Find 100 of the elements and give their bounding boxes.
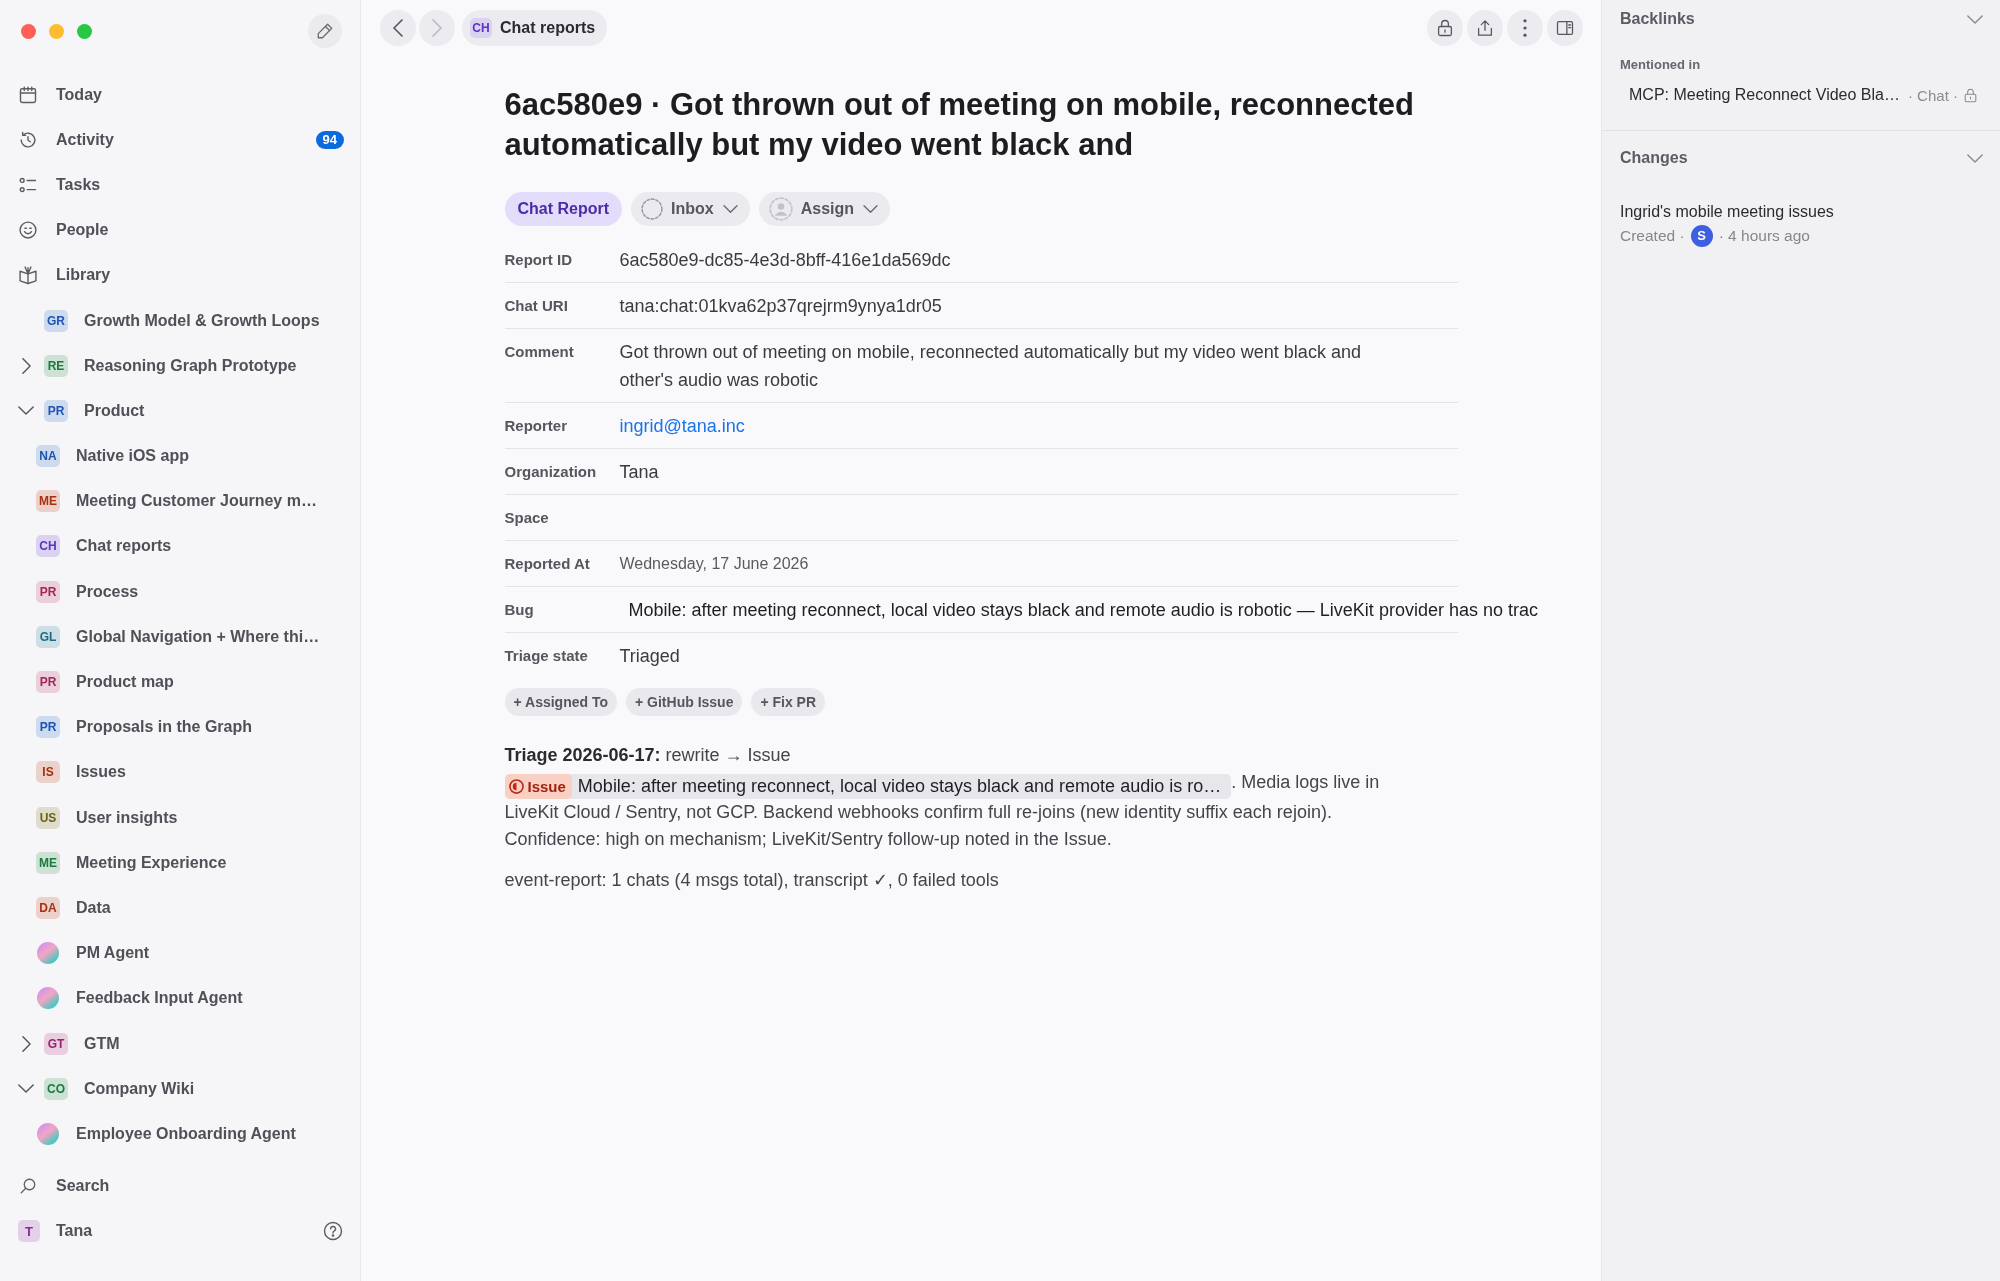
- chevron-left-icon: [393, 19, 403, 37]
- tree-item[interactable]: Employee Onboarding Agent: [0, 1111, 360, 1157]
- tree-item[interactable]: PR Product: [0, 388, 360, 434]
- triage-heading: Triage 2026-06-17: rewrite → Issue: [504, 744, 791, 767]
- tree-item[interactable]: PM Agent: [0, 930, 360, 976]
- padlock-icon: [1436, 19, 1454, 37]
- panel-toggle-button[interactable]: [1547, 10, 1583, 46]
- nav-item[interactable]: Activity 94: [0, 117, 360, 163]
- chevron-down-icon: [863, 205, 879, 213]
- field-value: tana:chat:01kva62p37qrejrm9ynya1dr05: [619, 295, 942, 318]
- nav-item[interactable]: Tasks: [0, 162, 360, 208]
- initials-badge: DA: [36, 896, 60, 919]
- field-value: Got thrown out of meeting on mobile, reconnected automatically but my video went black and other's audio was robotic: [619, 341, 1362, 392]
- add-field-button[interactable]: + Fix PR: [751, 688, 826, 716]
- tree-item[interactable]: PR Proposals in the Graph: [0, 704, 360, 750]
- reference-link[interactable]: Mobile: after meeting reconnect, local video stays black and remote audio is robotic — LiveKit provider has no trac: [619, 596, 1538, 624]
- add-field-button[interactable]: + Assigned To: [504, 688, 617, 716]
- workspace-avatar: T: [18, 1220, 40, 1243]
- backlink-item[interactable]: MCP: Meeting Reconnect Video Bla… · Chat ·: [1629, 83, 1978, 107]
- nav-item[interactable]: People: [0, 207, 360, 253]
- initials-badge: GR: [44, 309, 68, 332]
- chevron-down-icon[interactable]: [1967, 14, 1983, 24]
- tree-item[interactable]: PR Process: [0, 569, 360, 615]
- field-value: 6ac580e9-dc85-4e3d-8bff-416e1da569dc: [619, 249, 951, 272]
- search-item[interactable]: Search: [0, 1163, 360, 1209]
- tree-item[interactable]: NA Native iOS app: [0, 433, 360, 479]
- initials-badge: PR: [36, 716, 60, 739]
- add-field-button[interactable]: + GitHub Issue: [626, 688, 743, 716]
- nav-item[interactable]: Library: [0, 252, 360, 298]
- share-button[interactable]: [1467, 10, 1503, 46]
- field-label: Organization: [504, 462, 597, 482]
- field-label: Triage state: [504, 646, 588, 666]
- tree-item[interactable]: IS Issues: [0, 749, 360, 795]
- chevron-right-icon[interactable]: [22, 1035, 31, 1052]
- help-icon[interactable]: [323, 1221, 343, 1242]
- initials-badge: RE: [44, 354, 68, 377]
- breadcrumb[interactable]: CH Chat reports: [462, 10, 608, 46]
- status-dropdown[interactable]: Inbox: [631, 192, 750, 226]
- close-window-icon[interactable]: [21, 23, 36, 39]
- change-time: · 4 hours ago: [1718, 226, 1810, 246]
- tree-item[interactable]: GR Growth Model & Growth Loops: [0, 297, 360, 344]
- unread-count: 94: [315, 130, 344, 149]
- tree-item[interactable]: GT GTM: [0, 1020, 360, 1067]
- tree-item[interactable]: DA Data: [0, 885, 360, 931]
- tree-item[interactable]: RE Reasoning Graph Prototype: [0, 343, 360, 389]
- user-avatar: S: [1690, 225, 1713, 247]
- pencil-icon: [316, 22, 334, 40]
- history-icon: [18, 129, 38, 150]
- initials-badge: CH: [36, 535, 60, 558]
- calendar-icon: [18, 84, 38, 105]
- field-value: Triaged: [619, 645, 680, 668]
- initials-badge: CO: [44, 1077, 68, 1100]
- new-note-button[interactable]: [308, 14, 342, 48]
- zoom-window-icon[interactable]: [77, 23, 92, 39]
- tree-item[interactable]: PR Product map: [0, 659, 360, 705]
- nav-item[interactable]: Today: [0, 72, 360, 118]
- page-title: 6ac580e9 · Got thrown out of meeting on mobile, reconnected automatically but my video went black and: [504, 86, 1415, 164]
- section-subtitle: Mentioned in: [1620, 56, 1701, 74]
- email-link[interactable]: ingrid@tana.inc: [619, 412, 745, 440]
- tree-item[interactable]: Feedback Input Agent: [0, 975, 360, 1021]
- initials-badge: ME: [36, 490, 60, 513]
- event-report: event-report: 1 chats (4 msgs total), transcript ✓, 0 failed tools: [504, 869, 999, 892]
- field-label: Report ID: [504, 250, 572, 270]
- initials-badge: PR: [44, 399, 68, 422]
- chevron-right-icon[interactable]: [22, 357, 31, 374]
- chevron-right-icon: [432, 19, 442, 37]
- initials-badge: PR: [36, 671, 60, 694]
- chevron-down-icon[interactable]: [18, 1084, 34, 1094]
- side-panel-icon: [1556, 19, 1574, 37]
- section-title: Changes: [1620, 149, 1688, 167]
- initials-badge: GT: [44, 1032, 68, 1055]
- tree-item[interactable]: CO Company Wiki: [0, 1066, 360, 1112]
- assignee-dropdown[interactable]: Assign: [758, 192, 891, 226]
- field-label: Comment: [504, 342, 574, 362]
- lock-button[interactable]: [1427, 10, 1463, 46]
- initials-badge: IS: [36, 761, 60, 784]
- supertag-chip[interactable]: Chat Report: [504, 192, 623, 226]
- book-icon: [18, 265, 38, 286]
- person-placeholder-icon: [768, 197, 793, 221]
- more-icon: [1523, 19, 1527, 37]
- share-icon: [1476, 19, 1494, 37]
- initials-badge: CH: [470, 18, 492, 38]
- tree-item[interactable]: CH Chat reports: [0, 523, 360, 570]
- tree-item[interactable]: ME Meeting Experience: [0, 840, 360, 886]
- issue-link[interactable]: Issue Mobile: after meeting reconnect, local video stays black and remote audio is ro…: [504, 774, 1232, 799]
- chevron-down-icon[interactable]: [1967, 153, 1983, 163]
- change-title[interactable]: Ingrid's mobile meeting issues: [1620, 200, 1834, 224]
- triage-note: Issue Mobile: after meeting reconnect, local video stays black and remote audio is ro… . Media logs live in LiveKit Cloud / Sentry, not GCP. Backend webhooks confirm full re-joins (new identity suffix each rejoin). Confidence: high on mechanism; LiveKit/Sentry follow-up noted in the Issue.: [504, 771, 1381, 851]
- back-button[interactable]: [380, 10, 416, 46]
- field-value: Tana: [619, 461, 659, 484]
- initials-badge: GL: [36, 625, 60, 648]
- dashed-circle-icon: [641, 198, 664, 220]
- tree-item[interactable]: GL Global Navigation + Where thi…: [0, 614, 360, 660]
- tree-item[interactable]: ME Meeting Customer Journey m…: [0, 478, 360, 524]
- chevron-down-icon[interactable]: [18, 406, 34, 416]
- field-label: Chat URI: [504, 296, 568, 316]
- initials-badge: PR: [36, 580, 60, 603]
- agent-orb-icon: [37, 942, 59, 965]
- workspace-button[interactable]: T Tana: [18, 1220, 93, 1243]
- tree-item[interactable]: US User insights: [0, 795, 360, 841]
